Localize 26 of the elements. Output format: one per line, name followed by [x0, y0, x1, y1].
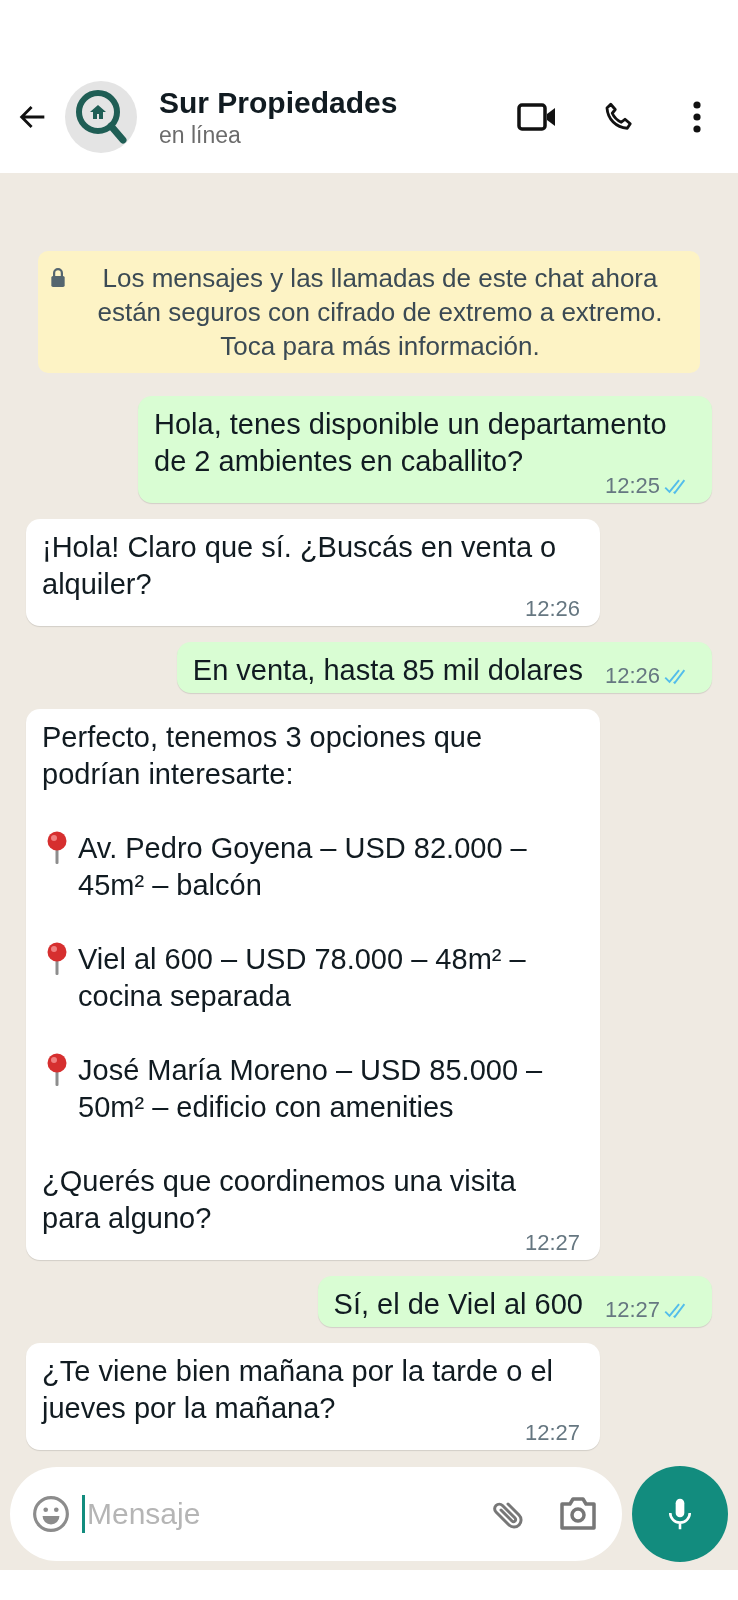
pushpin-icon — [46, 831, 68, 865]
message-text: Sí, el de Viel al 600 — [333, 1288, 583, 1320]
microphone-icon — [667, 1497, 693, 1531]
pushpin-icon — [46, 1053, 68, 1087]
text-cursor — [82, 1495, 85, 1533]
message-text: Viel al 600 – USD 78.000 – 48m² – cocina separada — [78, 942, 527, 1014]
message-text: Perfecto, tenemos 3 opciones que podrían interesarte: — [42, 721, 483, 790]
camera-icon[interactable] — [558, 1496, 598, 1532]
notice-text: Los mensajes y las llamadas de este chat ahora están seguros con cifrado de extremo a extremo. Toca para más información. — [96, 262, 664, 363]
video-call-icon[interactable] — [517, 101, 557, 132]
lock-icon — [50, 267, 66, 287]
message-time: 12:27 — [524, 1230, 580, 1256]
message-text: En venta, hasta 85 mil dolares — [192, 654, 583, 686]
message-field[interactable]: Mensaje — [85, 1497, 486, 1531]
pushpin-icon — [46, 942, 68, 976]
message-text: ¿Querés que coordinemos una visita para alguno? — [42, 1165, 516, 1234]
contact-name[interactable]: Sur Propiedades — [159, 84, 517, 121]
emoji-icon[interactable] — [32, 1495, 70, 1533]
more-options-icon[interactable] — [693, 100, 701, 133]
message-text: José María Moreno – USD 85.000 – 50m² – edificio con amenities — [78, 1053, 544, 1125]
avatar[interactable] — [65, 80, 137, 153]
message-time: 12:27 — [604, 1297, 660, 1323]
message-time: 12:26 — [604, 663, 660, 689]
message-text: Av. Pedro Goyena – USD 82.000 – 45m² – balcón — [78, 831, 528, 903]
contact-status: en línea — [159, 121, 242, 149]
encryption-notice[interactable]: Los mensajes y las llamadas de este chat ahora están seguros con cifrado de extremo a extremo. Toca para más información. — [38, 251, 700, 373]
